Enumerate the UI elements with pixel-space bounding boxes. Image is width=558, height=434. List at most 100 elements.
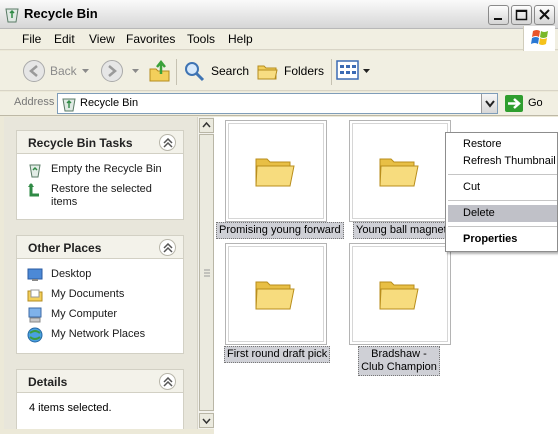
- details-panel: Details 4 items selected.: [16, 369, 184, 429]
- my-documents-icon: [27, 289, 43, 302]
- task-label: Restore the selected items: [51, 183, 152, 208]
- folder-icon: [255, 281, 295, 310]
- minimize-icon: [494, 18, 502, 20]
- menu-view[interactable]: View: [89, 32, 115, 46]
- window-title: Recycle Bin: [24, 6, 98, 21]
- views-button[interactable]: [336, 60, 372, 84]
- menu-tools[interactable]: Tools: [187, 32, 215, 46]
- task-pane: Recycle Bin Tasks Empty the Recycle Bin …: [4, 117, 197, 429]
- menu-favorites[interactable]: Favorites: [126, 32, 175, 46]
- forward-arrow-icon[interactable]: [100, 59, 124, 83]
- scroll-up-button[interactable]: [199, 118, 214, 133]
- maximize-button[interactable]: [511, 5, 532, 25]
- chevron-up-icon: [163, 138, 173, 148]
- chevron-down-icon: [202, 418, 211, 425]
- place-label: Desktop: [51, 268, 92, 280]
- menu-item-restore[interactable]: Restore: [463, 138, 502, 150]
- grip-icon: [204, 269, 210, 277]
- chevron-down-icon: [485, 100, 495, 108]
- chevron-up-icon: [163, 377, 173, 387]
- task-label: Empty the Recycle Bin: [51, 163, 162, 175]
- folder-icon: [379, 281, 419, 310]
- context-menu: Restore Refresh Thumbnail Cut Delete Pro…: [445, 132, 558, 252]
- scroll-thumb[interactable]: [199, 134, 214, 411]
- menu-item-delete[interactable]: Delete: [463, 207, 495, 219]
- file-caption[interactable]: Promising young forward: [216, 222, 344, 239]
- folder-icon: [255, 158, 295, 187]
- address-bar: Address Recycle Bin Go: [0, 92, 558, 116]
- views-icon: [336, 60, 359, 80]
- back-label: Back: [50, 64, 77, 78]
- close-icon: [539, 9, 550, 20]
- network-places-icon: [27, 327, 43, 343]
- task-pane-scrollbar[interactable]: [197, 117, 214, 429]
- file-thumbnail[interactable]: [225, 120, 327, 222]
- address-value: Recycle Bin: [80, 97, 139, 109]
- folders-button[interactable]: Folders: [256, 58, 324, 84]
- chevron-up-icon: [202, 121, 211, 128]
- restore-arrow-icon: [28, 183, 39, 197]
- toolbar: Back Search Folders: [0, 51, 558, 91]
- recycle-bin-icon: [62, 98, 76, 112]
- panel-title: Other Places: [28, 241, 102, 255]
- panel-header[interactable]: Recycle Bin Tasks: [17, 131, 183, 154]
- back-arrow-icon: [23, 60, 45, 82]
- recycle-bin-tasks-panel: Recycle Bin Tasks Empty the Recycle Bin …: [16, 130, 184, 220]
- folder-icon: [379, 158, 419, 187]
- panel-title: Recycle Bin Tasks: [28, 136, 133, 150]
- file-thumbnail[interactable]: [349, 120, 451, 222]
- place-label: My Computer: [51, 308, 118, 320]
- address-field[interactable]: Recycle Bin: [57, 93, 498, 114]
- other-places-panel: Other Places Desktop My Documents My Com…: [16, 235, 184, 354]
- close-button[interactable]: [534, 5, 555, 25]
- menu-help[interactable]: Help: [228, 32, 253, 46]
- empty-bin-icon: [29, 164, 41, 178]
- my-computer-icon: [28, 307, 42, 323]
- views-dropdown-icon: [363, 69, 370, 73]
- go-arrow-icon[interactable]: [505, 95, 523, 112]
- collapse-button[interactable]: [159, 373, 176, 390]
- collapse-button[interactable]: [159, 134, 176, 151]
- up-folder-icon[interactable]: [148, 59, 172, 83]
- back-dropdown-icon[interactable]: [82, 69, 89, 75]
- address-label: Address: [14, 96, 55, 108]
- toolbar-separator: [176, 59, 177, 85]
- details-text: 4 items selected.: [29, 402, 112, 414]
- menu-item-cut[interactable]: Cut: [463, 181, 480, 193]
- collapse-button[interactable]: [159, 239, 176, 256]
- place-label: My Network Places: [51, 328, 146, 340]
- windows-flag-icon: [531, 30, 548, 45]
- file-caption[interactable]: Bradshaw - Club Champion: [358, 346, 440, 376]
- file-caption[interactable]: First round draft pick: [224, 346, 331, 363]
- panel-header[interactable]: Details: [17, 370, 183, 393]
- minimize-button[interactable]: [488, 5, 509, 25]
- forward-dropdown-icon[interactable]: [132, 69, 139, 75]
- menu-file[interactable]: File: [22, 32, 41, 46]
- menu-bar: File Edit View Favorites Tools Help: [0, 29, 558, 50]
- place-label: My Documents: [51, 288, 125, 300]
- search-button[interactable]: Search: [183, 58, 249, 84]
- title-bar[interactable]: Recycle Bin: [0, 0, 558, 29]
- panel-header[interactable]: Other Places: [17, 236, 183, 259]
- folders-label: Folders: [284, 64, 325, 78]
- menu-item-properties[interactable]: Properties: [463, 233, 517, 245]
- address-dropdown-button[interactable]: [481, 94, 497, 113]
- panel-title: Details: [28, 375, 68, 389]
- menu-separator: [448, 174, 557, 175]
- go-button[interactable]: Go: [528, 97, 543, 109]
- chevron-up-icon: [163, 243, 173, 253]
- menu-separator: [448, 200, 557, 201]
- file-thumbnail[interactable]: [225, 243, 327, 345]
- search-icon: [185, 62, 205, 82]
- menu-item-refresh-thumbnail[interactable]: Refresh Thumbnail: [463, 155, 556, 167]
- recycle-bin-icon: [5, 8, 19, 23]
- scroll-down-button[interactable]: [199, 413, 214, 428]
- file-caption[interactable]: Young ball magnet: [353, 222, 450, 239]
- toolbar-separator: [331, 59, 332, 85]
- menu-edit[interactable]: Edit: [54, 32, 75, 46]
- file-thumbnail[interactable]: [349, 243, 451, 345]
- menu-separator: [448, 226, 557, 227]
- maximize-icon: [515, 9, 528, 21]
- back-button[interactable]: Back: [21, 58, 83, 84]
- windows-logo: [523, 26, 555, 51]
